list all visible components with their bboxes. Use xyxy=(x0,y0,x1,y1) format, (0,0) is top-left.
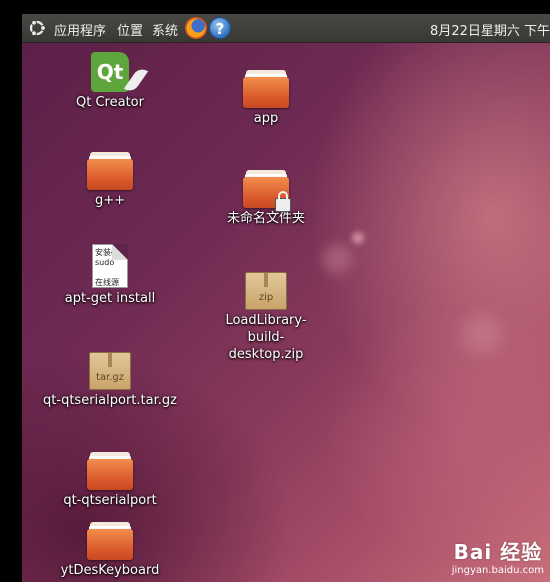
text-file-icon: 安装g+ sudo 在线源 xyxy=(92,244,128,288)
icon-label: Qt Creator xyxy=(76,95,144,110)
desktop-icon-app[interactable]: app xyxy=(220,70,312,127)
folder-icon xyxy=(243,70,289,108)
desktop-icon-ytdeskeyboard[interactable]: ytDesKeyboard xyxy=(54,522,166,579)
zip-archive-icon: zip xyxy=(245,272,287,310)
ubuntu-logo-icon[interactable] xyxy=(28,19,46,37)
menu-applications[interactable]: 应用程序 xyxy=(54,20,106,39)
top-panel: 应用程序 位置 系统 ? 8月22日星期六 下午 xyxy=(22,14,550,43)
qt-creator-icon: Qt xyxy=(91,52,149,95)
firefox-icon[interactable] xyxy=(185,17,207,39)
menu-places[interactable]: 位置 xyxy=(117,20,143,39)
wallpaper-bokeh xyxy=(322,244,352,274)
menu-system[interactable]: 系统 xyxy=(152,20,178,39)
desktop-icon-qt-serialport[interactable]: qt-qtserialport xyxy=(54,452,166,509)
icon-label: 未命名文件夹 xyxy=(226,211,305,226)
desktop-icon-qt-creator[interactable]: Qt Qt Creator xyxy=(64,52,156,111)
watermark-url: jingyan.baidu.com xyxy=(451,565,544,576)
baidu-jingyan-watermark: Bai 经验 jingyan.baidu.com xyxy=(452,536,544,576)
icon-label: ytDesKeyboard xyxy=(60,563,160,578)
watermark-brand: Bai 经验 xyxy=(453,540,543,564)
locked-folder-icon xyxy=(243,170,291,212)
desktop-icon-gpp[interactable]: g++ xyxy=(64,152,156,209)
lock-icon xyxy=(275,191,291,212)
desktop-screen: 应用程序 位置 系统 ? 8月22日星期六 下午 Qt Qt Creator a… xyxy=(22,14,550,582)
icon-label: qt-qtserialport xyxy=(63,493,157,508)
folder-icon xyxy=(87,452,133,490)
desktop-icon-untitled-folder[interactable]: 未命名文件夹 xyxy=(210,170,322,227)
icon-label: LoadLibrary-build-desktop.zip xyxy=(225,313,307,362)
icon-label: apt-get install xyxy=(64,291,156,306)
icon-label: qt-qtserialport.tar.gz xyxy=(43,393,177,408)
wallpaper-bokeh xyxy=(352,232,364,244)
tar-archive-icon: tar.gz xyxy=(89,352,131,390)
panel-clock[interactable]: 8月22日星期六 下午 xyxy=(430,20,550,39)
folder-icon xyxy=(87,522,133,560)
help-icon[interactable]: ? xyxy=(209,17,231,39)
desktop-icon-loadlibrary-zip[interactable]: zip LoadLibrary-build-desktop.zip xyxy=(198,272,334,363)
icon-label: app xyxy=(253,111,279,126)
wallpaper-bokeh xyxy=(462,314,502,354)
desktop-icon-apt-get-install[interactable]: 安装g+ sudo 在线源 apt-get install xyxy=(54,244,166,307)
icon-label: g++ xyxy=(94,193,126,208)
folder-icon xyxy=(87,152,133,190)
desktop-icon-qt-serialport-tar[interactable]: tar.gz qt-qtserialport.tar.gz xyxy=(40,352,180,409)
